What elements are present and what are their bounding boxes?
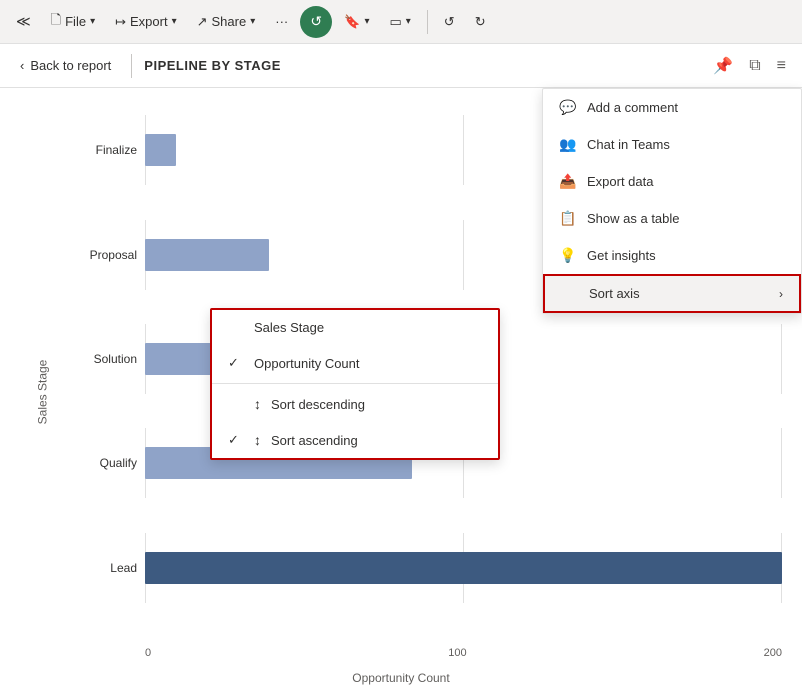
sort-sales-stage-label: Sales Stage	[254, 320, 324, 335]
bar-label-finalize: Finalize	[80, 143, 145, 157]
chart-area: Sales Stage Finalize Proposal	[0, 88, 802, 695]
bar-row: Lead	[80, 533, 782, 603]
context-menu: 💬 Add a comment 👥 Chat in Teams 📤 Export…	[542, 88, 802, 314]
chat-teams-label: Chat in Teams	[587, 137, 670, 152]
share-icon: ↗	[197, 14, 208, 30]
bar-container-lead	[145, 552, 782, 584]
sort-axis-label: Sort axis	[589, 286, 640, 301]
sort-icon-asc: ↕	[254, 432, 261, 448]
copy-icon: ⧉	[749, 57, 760, 74]
toolbar-divider	[427, 10, 428, 34]
x-tick-100: 100	[448, 647, 466, 659]
sort-submenu-item-descending[interactable]: ↕ Sort descending	[212, 386, 498, 422]
x-tick-0: 0	[145, 647, 151, 659]
file-chevron-icon: ▾	[90, 16, 95, 27]
back-to-report-button[interactable]: ‹ Back to report	[12, 54, 119, 77]
check-filled-asc: ✓	[228, 432, 244, 448]
copy-button[interactable]: ⧉	[745, 53, 764, 79]
back-icon: ‹	[20, 58, 24, 73]
bar-label-solution: Solution	[80, 352, 145, 366]
menu-item-get-insights[interactable]: 💡 Get insights	[543, 237, 801, 274]
check-filled: ✓	[228, 355, 244, 371]
file-label: File	[65, 14, 86, 29]
bar-label-lead: Lead	[80, 561, 145, 575]
bookmark-button[interactable]: 🔖 ▾	[336, 10, 377, 34]
y-axis-label: Sales Stage	[35, 359, 49, 424]
menu-item-show-table[interactable]: 📋 Show as a table	[543, 200, 801, 237]
bar-proposal	[145, 239, 269, 271]
sort-axis-chevron-icon: ›	[779, 287, 783, 301]
menu-item-add-comment[interactable]: 💬 Add a comment	[543, 89, 801, 126]
export-button[interactable]: ↦ Export ▾	[107, 10, 185, 34]
more-options-button[interactable]: ≡	[773, 53, 790, 79]
share-label: Share	[212, 14, 247, 29]
bookmark-icon: 🔖	[344, 14, 360, 30]
bar-label-proposal: Proposal	[80, 248, 145, 262]
bar-label-qualify: Qualify	[80, 456, 145, 470]
pin-icon: 📌	[713, 58, 733, 75]
export-data-label: Export data	[587, 174, 654, 189]
back-forward-icon: ↺	[444, 14, 455, 30]
get-insights-label: Get insights	[587, 248, 656, 263]
share-chevron-icon: ▾	[250, 16, 255, 27]
forward-button[interactable]: ↻	[467, 10, 494, 34]
share-button[interactable]: ↗ Share ▾	[189, 10, 264, 34]
add-comment-label: Add a comment	[587, 100, 678, 115]
view-button[interactable]: ▭ ▾	[381, 10, 418, 34]
sub-header-divider	[131, 54, 132, 78]
pin-button[interactable]: 📌	[709, 52, 737, 80]
x-axis-ticks: 0 100 200	[145, 647, 782, 659]
menu-item-export-data[interactable]: 📤 Export data	[543, 163, 801, 200]
forward-icon: ↻	[475, 14, 486, 30]
top-right-icons: 📌 ⧉ ≡	[709, 52, 790, 80]
file-icon: 🗋	[51, 11, 61, 33]
x-axis-label: Opportunity Count	[0, 671, 802, 685]
sort-submenu-separator	[212, 383, 498, 384]
page-title: PIPELINE BY STAGE	[144, 58, 281, 73]
bookmark-chevron-icon: ▾	[364, 16, 369, 27]
sort-ascending-label: Sort ascending	[271, 433, 358, 448]
collapse-button[interactable]: ≪	[8, 9, 39, 34]
back-forward-button[interactable]: ↺	[436, 10, 463, 34]
get-insights-icon: 💡	[559, 247, 577, 264]
file-button[interactable]: 🗋 File ▾	[43, 7, 103, 37]
toolbar: ≪ 🗋 File ▾ ↦ Export ▾ ↗ Share ▾ ··· ↺ 🔖 …	[0, 0, 802, 44]
view-chevron-icon: ▾	[406, 16, 411, 27]
show-table-icon: 📋	[559, 210, 577, 227]
bar-finalize	[145, 134, 176, 166]
export-label: Export	[130, 14, 168, 29]
export-icon: ↦	[115, 14, 126, 30]
sort-submenu-item-ascending[interactable]: ✓ ↕ Sort ascending	[212, 422, 498, 458]
view-icon: ▭	[389, 14, 401, 30]
add-comment-icon: 💬	[559, 99, 577, 116]
sort-icon-desc: ↕	[254, 396, 261, 412]
bar-lead	[145, 552, 782, 584]
menu-item-sort-axis[interactable]: Sort axis ›	[543, 274, 801, 313]
menu-item-chat-teams[interactable]: 👥 Chat in Teams	[543, 126, 801, 163]
more-button[interactable]: ···	[267, 10, 296, 33]
sort-submenu-item-sales-stage[interactable]: Sales Stage	[212, 310, 498, 345]
sort-submenu-item-opportunity-count[interactable]: ✓ Opportunity Count	[212, 345, 498, 381]
back-label: Back to report	[30, 58, 111, 73]
sub-header: ‹ Back to report PIPELINE BY STAGE 📌 ⧉ ≡	[0, 44, 802, 88]
export-data-icon: 📤	[559, 173, 577, 190]
more-options-icon: ≡	[777, 57, 786, 74]
x-tick-200: 200	[764, 647, 782, 659]
sort-submenu: Sales Stage ✓ Opportunity Count ↕ Sort d…	[210, 308, 500, 460]
refresh-icon: ↺	[310, 13, 322, 30]
sort-descending-label: Sort descending	[271, 397, 365, 412]
show-table-label: Show as a table	[587, 211, 680, 226]
refresh-button[interactable]: ↺	[300, 6, 332, 38]
more-icon: ···	[275, 14, 288, 29]
chat-teams-icon: 👥	[559, 136, 577, 153]
sort-opportunity-count-label: Opportunity Count	[254, 356, 360, 371]
export-chevron-icon: ▾	[172, 16, 177, 27]
collapse-icon: ≪	[16, 13, 31, 30]
